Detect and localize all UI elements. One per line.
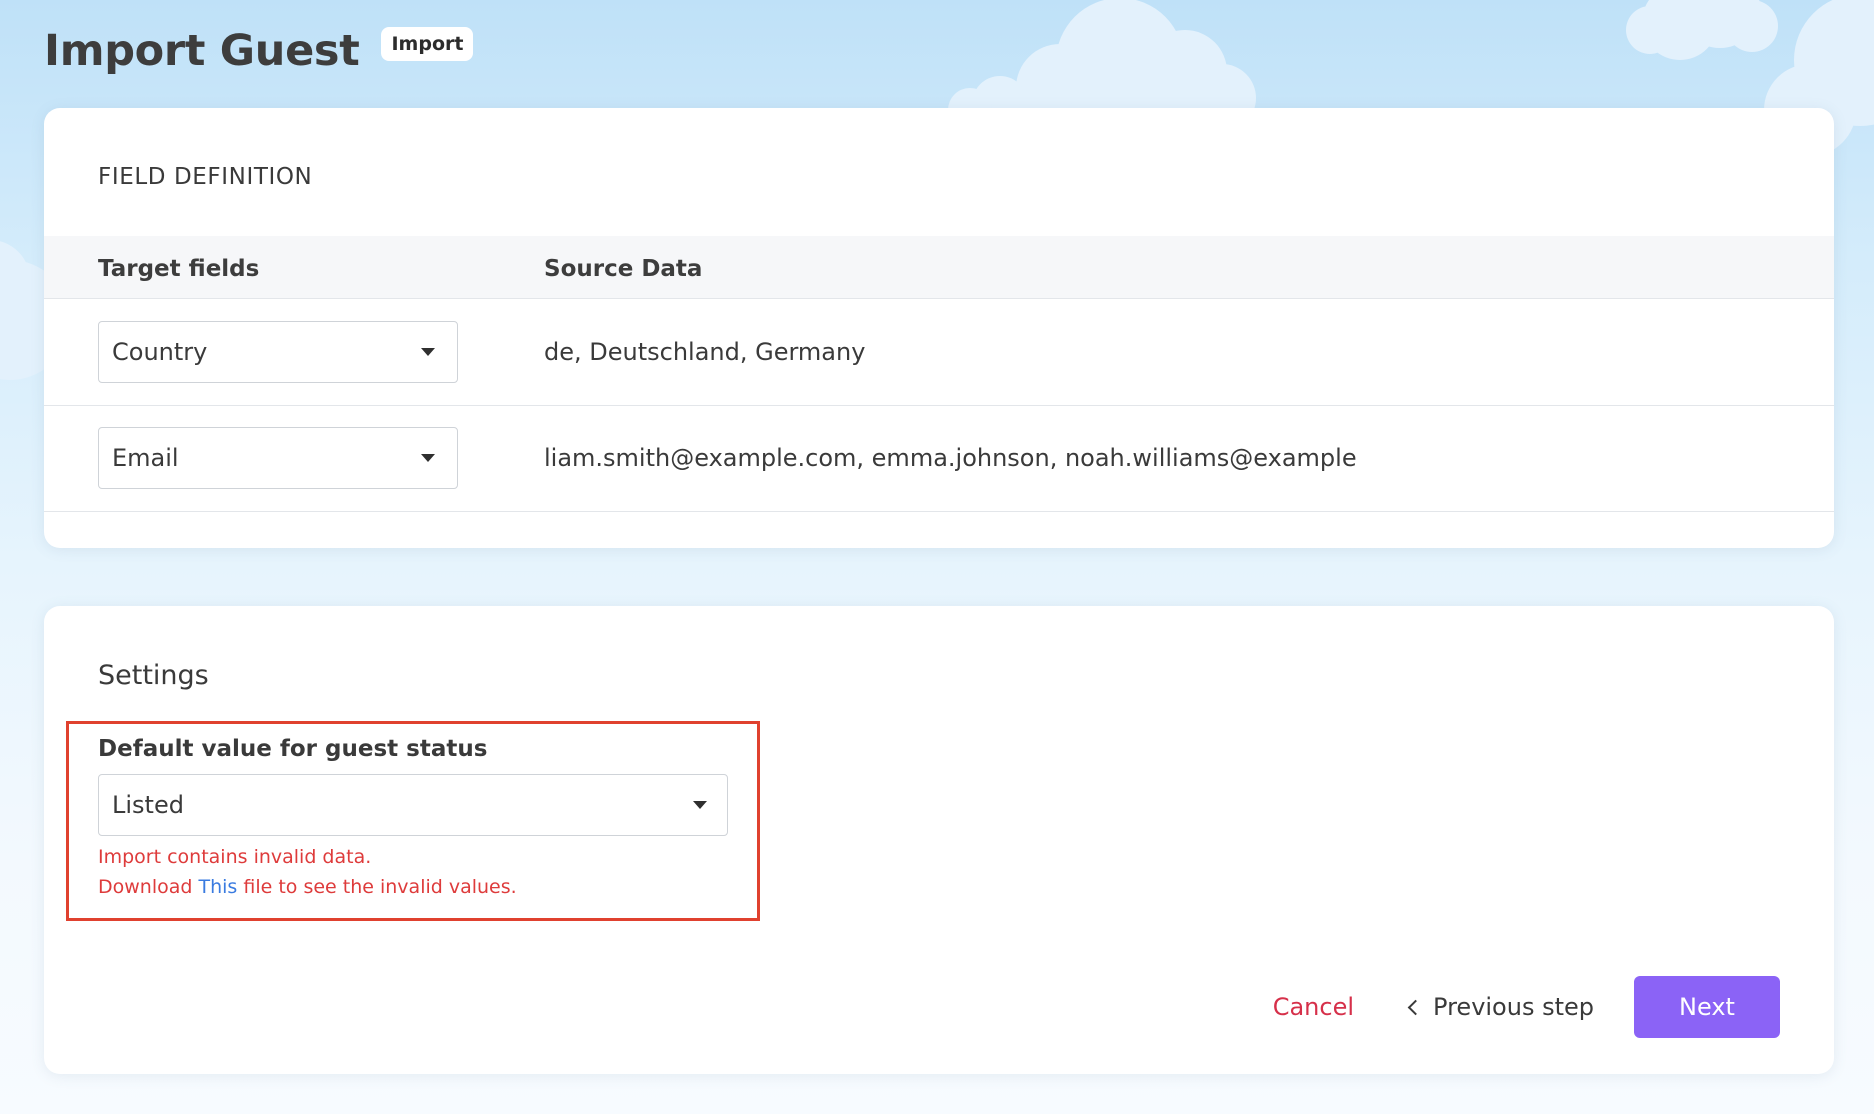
settings-card: Settings Default value for guest status … bbox=[44, 606, 1834, 1074]
source-data-value: de, Deutschland, Germany bbox=[544, 338, 866, 366]
download-invalid-values-message: Download This file to see the invalid va… bbox=[98, 876, 517, 898]
chevron-left-icon bbox=[1407, 999, 1424, 1015]
previous-step-label: Previous step bbox=[1433, 993, 1594, 1021]
next-button[interactable]: Next bbox=[1634, 976, 1780, 1038]
field-table-header: Target fields Source Data bbox=[44, 236, 1834, 299]
source-data-column-header: Source Data bbox=[544, 256, 703, 282]
field-row-email: Email liam.smith@example.com, emma.johns… bbox=[44, 406, 1834, 512]
error-suffix-text: file to see the invalid values. bbox=[237, 876, 517, 898]
page-title: Import Guest bbox=[44, 26, 360, 76]
field-definition-heading: FIELD DEFINITION bbox=[98, 164, 313, 190]
field-definition-card: FIELD DEFINITION Target fields Source Da… bbox=[44, 108, 1834, 548]
field-row-country: Country de, Deutschland, Germany bbox=[44, 300, 1834, 406]
guest-status-label: Default value for guest status bbox=[98, 736, 488, 762]
cancel-button[interactable]: Cancel bbox=[1273, 993, 1354, 1021]
source-data-value: liam.smith@example.com, emma.johnson, no… bbox=[544, 444, 1357, 472]
caret-down-icon bbox=[421, 454, 435, 462]
download-invalid-file-link[interactable]: This bbox=[198, 876, 237, 898]
error-prefix-text: Download bbox=[98, 876, 199, 898]
action-bar: Cancel Previous step Next bbox=[1273, 976, 1780, 1038]
import-badge: Import bbox=[381, 27, 474, 61]
target-field-select-country[interactable]: Country bbox=[98, 321, 458, 383]
caret-down-icon bbox=[693, 801, 707, 809]
settings-title: Settings bbox=[98, 660, 209, 691]
target-fields-column-header: Target fields bbox=[98, 256, 260, 282]
target-field-value: Country bbox=[112, 338, 208, 366]
guest-status-value: Listed bbox=[112, 791, 184, 819]
caret-down-icon bbox=[421, 348, 435, 356]
target-field-value: Email bbox=[112, 444, 179, 472]
target-field-select-email[interactable]: Email bbox=[98, 427, 458, 489]
invalid-data-error: Import contains invalid data. bbox=[98, 846, 372, 868]
guest-status-select[interactable]: Listed bbox=[98, 774, 728, 836]
page-header: Import Guest Import bbox=[44, 26, 474, 76]
previous-step-button[interactable]: Previous step bbox=[1407, 993, 1594, 1021]
